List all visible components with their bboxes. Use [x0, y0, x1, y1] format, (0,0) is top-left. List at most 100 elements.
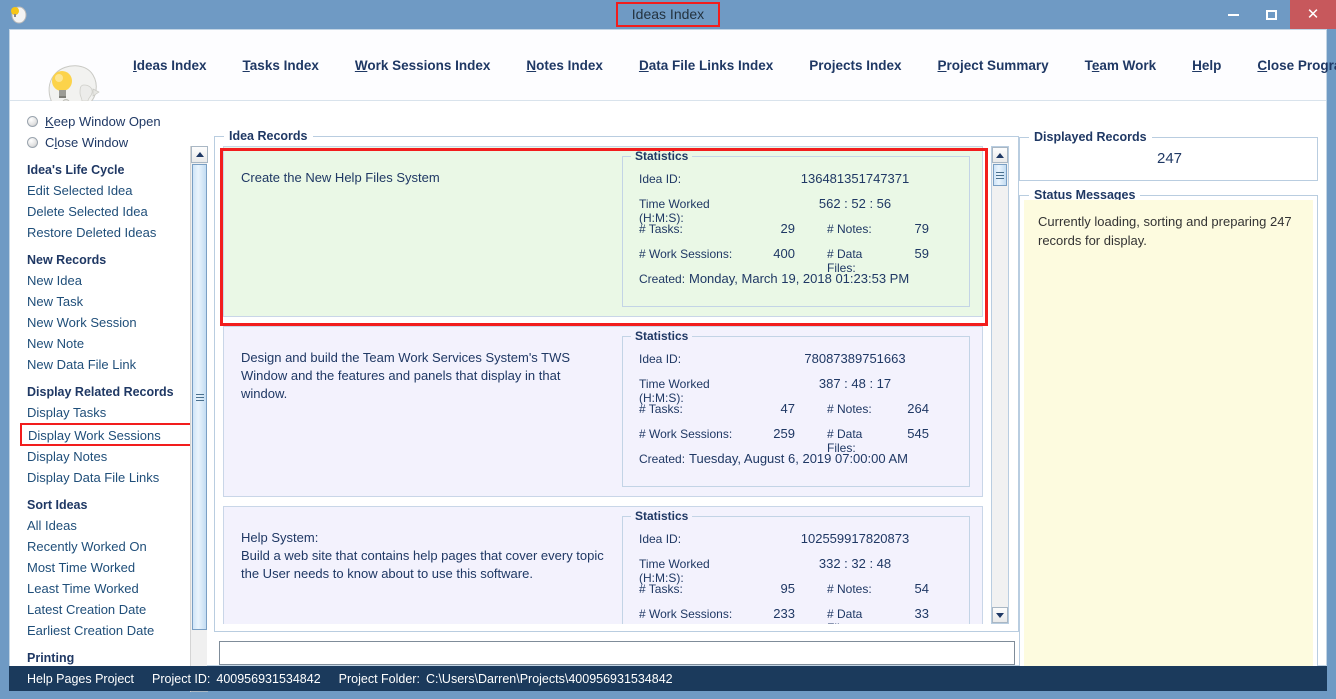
stat-row-created: Created: Monday, March 19, 2018 01:23:53… [631, 271, 961, 296]
sidebar-group-title: Display Related Records [27, 385, 174, 399]
stat-label: Created: [639, 452, 686, 466]
sidebar-item-display-notes[interactable]: Display Notes [10, 446, 206, 467]
menu-item-ideas-index[interactable]: Ideas Index [115, 58, 225, 73]
sidebar-item-recently-worked-on[interactable]: Recently Worked On [10, 536, 206, 557]
sidebar-scrollbar-thumb[interactable] [192, 164, 207, 630]
stat-row-tasks-notes: # Tasks: 47 # Notes: 264 [631, 401, 961, 426]
menu-item-project-summary[interactable]: Project Summary [920, 58, 1067, 73]
app-root: Ideas Index ✕ Ideas Index Tasks Index Wo… [0, 0, 1336, 699]
records-scrollbar-thumb[interactable] [993, 164, 1007, 186]
record-description: Create the New Help Files System [241, 170, 440, 185]
menu-item-work-sessions-index[interactable]: Work Sessions Index [337, 58, 509, 73]
close-button[interactable]: ✕ [1290, 0, 1336, 29]
stat-row-created: Created: Tuesday, August 6, 2019 07:00:0… [631, 451, 961, 476]
stat-value: 264 [907, 401, 929, 416]
menu-item-close-program[interactable]: Close Program [1239, 58, 1336, 73]
displayed-records-count: 247 [1156, 150, 1183, 167]
main-menu: Ideas Index Tasks Index Work Sessions In… [115, 30, 1336, 101]
sidebar-radio-keep-window-open[interactable]: Keep Window Open [10, 111, 206, 132]
record-description: Help System: Build a web site that conta… [241, 530, 604, 581]
sidebar-radio-label: Close Window [45, 135, 129, 150]
sidebar-item-most-time-worked[interactable]: Most Time Worked [10, 557, 206, 578]
sidebar-group-title: Printing [27, 651, 75, 665]
statusbar-project-name: Help Pages Project [27, 671, 135, 686]
scroll-up-arrow-icon[interactable] [191, 146, 208, 163]
stat-row-sessions-files: # Work Sessions: 233 # Data Files: 33 [631, 606, 961, 624]
menu-item-help[interactable]: Help [1174, 58, 1239, 73]
stat-value: 79 [914, 221, 929, 236]
stat-label: Time Worked (H:M:S): [639, 557, 710, 585]
sidebar-item-display-work-sessions[interactable]: Display Work Sessions [20, 423, 198, 446]
stat-label: # Data Files: [827, 607, 863, 624]
record-description: Design and build the Team Work Services … [241, 350, 571, 401]
stat-label: # Notes: [827, 222, 872, 236]
stat-value: 95 [780, 581, 795, 596]
menu-item-notes-index[interactable]: Notes Index [508, 58, 621, 73]
stat-value: 400 [773, 246, 795, 261]
stat-value: Monday, March 19, 2018 01:23:53 PM [689, 271, 910, 286]
sidebar-scrollbar[interactable] [190, 146, 208, 692]
window-controls: ✕ [1214, 0, 1336, 29]
stat-label: # Notes: [827, 582, 872, 596]
stat-row-time-worked: Time Worked (H:M:S): 332 : 32 : 48 [631, 556, 961, 585]
sidebar-item-new-idea[interactable]: New Idea [10, 270, 206, 291]
grip-icon [195, 392, 204, 403]
stat-label: # Tasks: [639, 582, 683, 596]
stat-row-tasks-notes: # Tasks: 29 # Notes: 79 [631, 221, 961, 246]
minimize-icon [1227, 13, 1239, 16]
records-scrollbar[interactable] [991, 146, 1009, 624]
record-statistics: Statistics Idea ID: 136481351747371 Time… [622, 149, 970, 307]
stat-row-tasks-notes: # Tasks: 95 # Notes: 54 [631, 581, 961, 606]
sidebar-item-least-time-worked[interactable]: Least Time Worked [10, 578, 206, 599]
scroll-down-arrow-icon[interactable] [992, 607, 1008, 623]
stat-row-idea-id: Idea ID: 78087389751663 [631, 351, 961, 376]
status-messages-panel: Status Messages Currently loading, sorti… [1019, 188, 1318, 685]
menu-item-data-file-links-index[interactable]: Data File Links Index [621, 58, 791, 73]
sidebar-group-title: Sort Ideas [27, 498, 88, 512]
sidebar-item-edit-selected-idea[interactable]: Edit Selected Idea [10, 180, 206, 201]
stat-value: 47 [780, 401, 795, 416]
sidebar-item-new-note[interactable]: New Note [10, 333, 206, 354]
stat-row-time-worked: Time Worked (H:M:S): 562 : 52 : 56 [631, 196, 961, 225]
sidebar-item-new-task[interactable]: New Task [10, 291, 206, 312]
table-row[interactable]: Create the New Help Files System Statist… [223, 146, 983, 317]
minimize-button[interactable] [1214, 0, 1252, 29]
radio-icon [27, 116, 38, 127]
stat-value: 54 [914, 581, 929, 596]
sidebar-item-earliest-creation-date[interactable]: Earliest Creation Date [10, 620, 206, 641]
status-bar: Help Pages Project Project ID: 400956931… [9, 666, 1327, 691]
sidebar-item-delete-selected-idea[interactable]: Delete Selected Idea [10, 201, 206, 222]
menu-item-team-work[interactable]: Team Work [1067, 58, 1175, 73]
sidebar-group-title: New Records [27, 253, 107, 267]
table-row[interactable]: Design and build the Team Work Services … [223, 326, 983, 497]
statistics-title: Statistics [631, 149, 693, 163]
table-row[interactable]: Help System: Build a web site that conta… [223, 506, 983, 624]
sidebar-group-title: Idea's Life Cycle [27, 163, 125, 177]
menu-item-tasks-index[interactable]: Tasks Index [225, 58, 337, 73]
stat-value: Tuesday, August 6, 2019 07:00:00 AM [689, 451, 908, 466]
menu-item-projects-index[interactable]: Projects Index [791, 58, 919, 73]
sidebar-item-display-data-file-links[interactable]: Display Data File Links [10, 467, 206, 488]
idea-records-list: Create the New Help Files System Statist… [223, 146, 993, 624]
search-input[interactable] [219, 641, 1015, 665]
sidebar-item-restore-deleted-ideas[interactable]: Restore Deleted Ideas [10, 222, 206, 243]
record-statistics: Statistics Idea ID: 102559917820873 Time… [622, 509, 970, 624]
sidebar-item-new-work-session[interactable]: New Work Session [10, 312, 206, 333]
scroll-up-arrow-icon[interactable] [992, 147, 1008, 163]
statusbar-project-folder: C:\Users\Darren\Projects\400956931534842 [425, 671, 673, 686]
sidebar-item-all-ideas[interactable]: All Ideas [10, 515, 206, 536]
idea-records-title: Idea Records [224, 129, 313, 143]
sidebar-radio-close-window[interactable]: Close Window [10, 132, 206, 153]
sidebar-item-display-tasks[interactable]: Display Tasks [10, 402, 206, 423]
main-window: Ideas Index Tasks Index Work Sessions In… [9, 29, 1336, 692]
statusbar-project-id-label: Project ID: [152, 671, 211, 686]
maximize-button[interactable] [1252, 0, 1290, 29]
stat-value: 29 [780, 221, 795, 236]
sidebar-item-new-data-file-link[interactable]: New Data File Link [10, 354, 206, 375]
stat-label: Created: [639, 272, 686, 286]
stat-value: 233 [773, 606, 795, 621]
grip-icon [996, 170, 1004, 181]
sidebar-item-latest-creation-date[interactable]: Latest Creation Date [10, 599, 206, 620]
stat-label: # Work Sessions: [639, 247, 733, 261]
stat-row-idea-id: Idea ID: 102559917820873 [631, 531, 961, 556]
